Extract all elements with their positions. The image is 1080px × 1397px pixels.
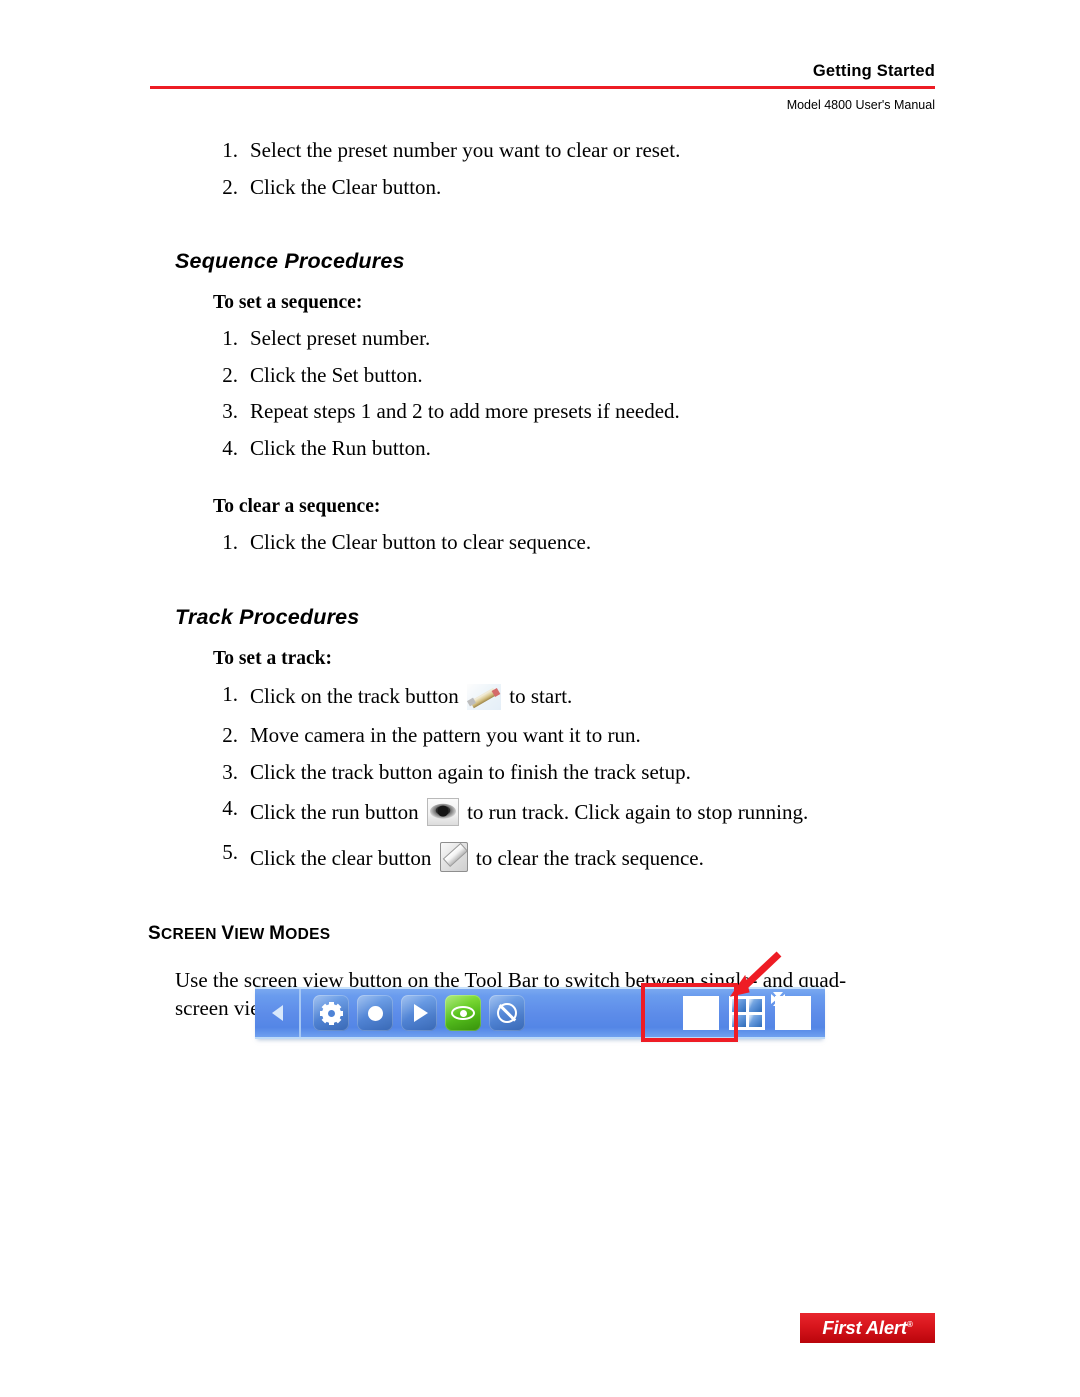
list-item: 3. Repeat steps 1 and 2 to add more prese… bbox=[212, 401, 1080, 422]
logo-text: First Alert® bbox=[822, 1317, 913, 1338]
subheading-to-set-a-track: To set a track: bbox=[213, 647, 332, 669]
list-item: 4. Click the run button to run track. Cli… bbox=[212, 798, 1080, 826]
list-item: 1. Select the preset number you want to c… bbox=[212, 140, 1080, 161]
settings-gear-button[interactable] bbox=[313, 995, 349, 1031]
screen-view-highlight-box bbox=[641, 983, 738, 1042]
preset-steps-list: 1. Select the preset number you want to c… bbox=[0, 140, 1080, 198]
pan-expand-button[interactable] bbox=[771, 992, 811, 1030]
track-steps-list: 1. Click on the track button to start. 2.… bbox=[0, 681, 1080, 872]
list-text: Click the track button again to finish t… bbox=[250, 759, 691, 784]
left-arrow-icon bbox=[271, 1005, 283, 1021]
list-text: Click the Clear button to clear sequence… bbox=[250, 530, 592, 554]
toolbar-collapse-arrow-button[interactable] bbox=[255, 989, 301, 1037]
list-text: Move camera in the pattern you want it t… bbox=[250, 723, 641, 747]
list-text-after: to start. bbox=[509, 683, 573, 708]
play-triangle-icon bbox=[413, 1004, 428, 1022]
list-number: 4. bbox=[222, 796, 238, 820]
list-number: 2. bbox=[222, 723, 238, 747]
list-item: 1. Click on the track button to start. bbox=[212, 681, 1080, 710]
list-number: 2. bbox=[222, 174, 238, 199]
list-text-after: to run track. Click again to stop runnin… bbox=[467, 800, 809, 824]
list-number: 1. bbox=[222, 138, 238, 162]
list-item: 2. Click the Set button. bbox=[212, 362, 1080, 387]
page-header-title: Getting Started bbox=[812, 62, 935, 80]
list-item: 1. Select preset number. bbox=[212, 328, 1080, 349]
list-number: 3. bbox=[222, 399, 238, 423]
document-page: Getting Started Model 4800 User's Manual… bbox=[0, 0, 1080, 1397]
list-text: Click the Set button. bbox=[250, 362, 423, 387]
list-item: 5. Click the clear button to clear the tr… bbox=[212, 839, 1080, 872]
heading-cap-m: M bbox=[269, 923, 286, 944]
eye-run-icon bbox=[426, 798, 459, 826]
list-item: 3. Click the track button again to finish… bbox=[212, 759, 1080, 784]
list-number: 2. bbox=[222, 362, 238, 387]
list-number: 3. bbox=[222, 759, 238, 784]
list-text: Click the run button bbox=[250, 800, 419, 824]
heading-screen-view-modes: SCREEN VIEW MODES bbox=[148, 923, 1080, 945]
first-alert-logo: First Alert® bbox=[800, 1313, 935, 1343]
list-number: 1. bbox=[222, 530, 238, 554]
heading-text-creen: CREEN bbox=[160, 926, 222, 943]
list-text: Click the Clear button. bbox=[250, 174, 442, 199]
gear-icon bbox=[319, 1001, 343, 1025]
list-item: 2. Click the Clear button. bbox=[212, 174, 1080, 199]
subheading-to-set-a-sequence: To set a sequence: bbox=[213, 292, 363, 313]
play-button[interactable] bbox=[401, 995, 437, 1031]
list-item: 1. Click the Clear button to clear sequen… bbox=[212, 532, 1080, 553]
list-text: Repeat steps 1 and 2 to add more presets… bbox=[250, 399, 680, 423]
list-text: Click the Run button. bbox=[250, 435, 431, 460]
track-run-button[interactable] bbox=[445, 995, 481, 1031]
heading-track-procedures: Track Procedures bbox=[175, 604, 360, 629]
list-item: 2. Move camera in the pattern you want it… bbox=[212, 725, 1080, 746]
heading-sequence-procedures: Sequence Procedures bbox=[175, 249, 405, 273]
list-number: 1. bbox=[222, 681, 238, 706]
list-item: 4. Click the Run button. bbox=[212, 435, 1080, 460]
list-number: 5. bbox=[222, 839, 238, 864]
record-button[interactable] bbox=[357, 995, 393, 1031]
list-number: 1. bbox=[222, 326, 238, 350]
callout-arrow-icon bbox=[729, 951, 782, 997]
toolbar-button-group bbox=[301, 995, 525, 1031]
list-text: Click the clear button bbox=[250, 845, 432, 870]
list-text: Click on the track button bbox=[250, 683, 459, 708]
eye-icon bbox=[451, 1006, 475, 1020]
heading-text-odes: ODES bbox=[285, 926, 331, 943]
no-symbol-icon bbox=[497, 1003, 517, 1023]
pencil-track-icon bbox=[467, 683, 502, 710]
record-dot-icon bbox=[367, 1005, 383, 1021]
clear-sequence-steps-list: 1. Click the Clear button to clear sequen… bbox=[0, 532, 1080, 553]
list-text: Select preset number. bbox=[250, 326, 431, 350]
heading-cap-v: V bbox=[221, 923, 235, 944]
page-header-subtitle: Model 4800 User's Manual bbox=[786, 98, 935, 112]
header-red-rule bbox=[150, 86, 935, 89]
clear-disable-button[interactable] bbox=[489, 995, 525, 1031]
list-text: Select the preset number you want to cle… bbox=[250, 138, 681, 162]
list-number: 4. bbox=[222, 435, 238, 460]
eraser-clear-icon bbox=[439, 841, 468, 872]
document-body: 1. Select the preset number you want to c… bbox=[0, 140, 1080, 1022]
list-text-after: to clear the track sequence. bbox=[475, 845, 704, 870]
set-sequence-steps-list: 1. Select preset number. 2. Click the Set … bbox=[0, 328, 1080, 459]
heading-cap-s: S bbox=[148, 923, 161, 944]
heading-text-iew: IEW bbox=[234, 926, 270, 943]
subheading-to-clear-a-sequence: To clear a sequence: bbox=[213, 496, 381, 517]
registered-mark: ® bbox=[906, 1319, 913, 1329]
